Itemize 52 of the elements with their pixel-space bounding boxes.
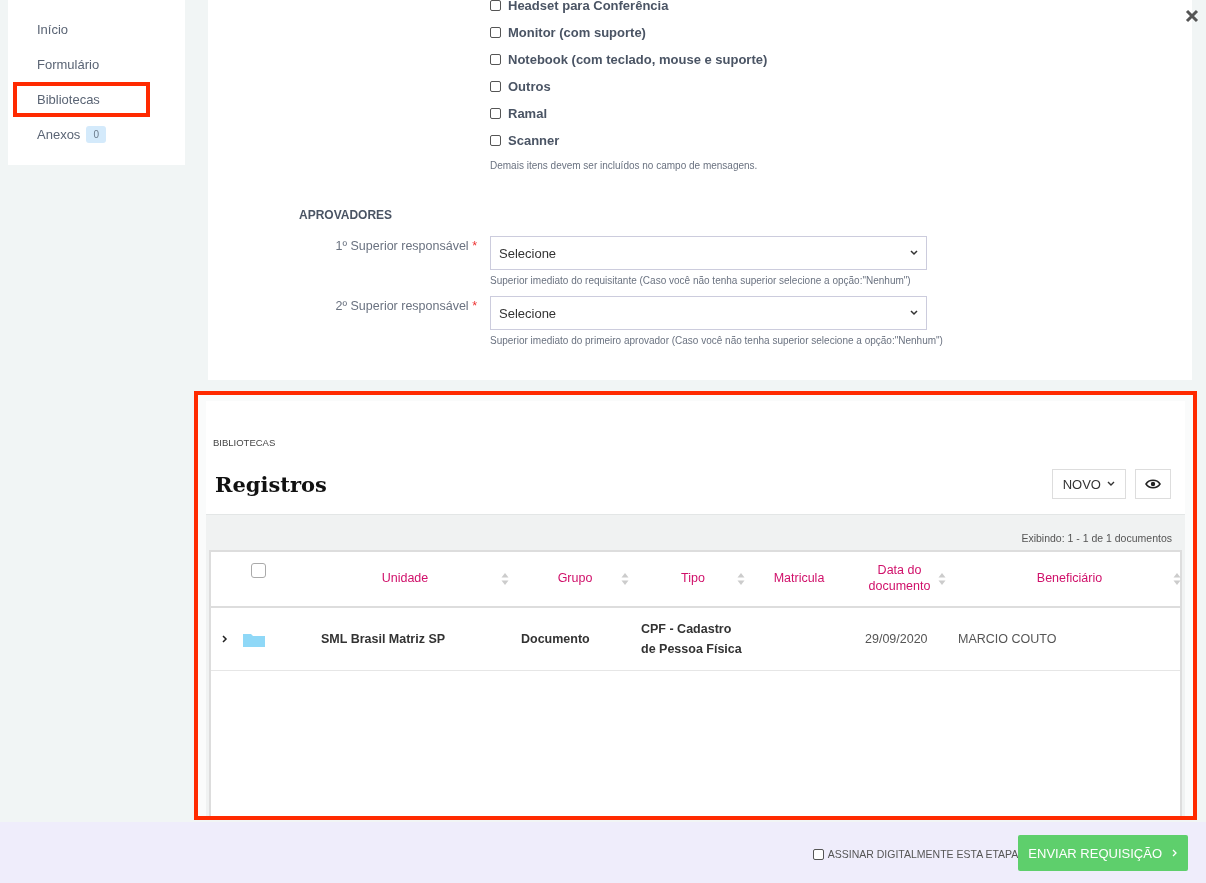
new-button[interactable]: NOVO [1051, 469, 1126, 499]
column-header[interactable]: Matricula [773, 571, 825, 587]
record-count: Exibindo: 1 - 1 de 1 documentos [1020, 532, 1172, 544]
checkbox[interactable] [490, 81, 501, 92]
checkbox[interactable] [490, 108, 501, 119]
section-title: Registros [215, 471, 328, 497]
sidebar-item[interactable]: Início [13, 12, 150, 47]
chevron-down-icon [910, 250, 918, 256]
help-text: Superior imediato do primeiro aprovador (Caso você não tenha superior selecione a opção:"Nenhum") [490, 335, 943, 346]
checkbox[interactable] [490, 135, 501, 146]
select-field[interactable]: Selecione [490, 236, 927, 270]
checkbox-label: Scanner [508, 133, 560, 148]
table-cell-text: CPF - Cadastro de Pessoa Física [640, 621, 743, 658]
close-icon[interactable] [1185, 9, 1199, 23]
folder-icon [243, 631, 265, 647]
table-cell-text: 29/09/2020 [864, 632, 928, 646]
table-cell-text: Documento [520, 632, 590, 646]
field-label: 1º Superior responsável * [334, 238, 477, 255]
table-cell: SML Brasil Matriz SP [321, 632, 446, 646]
table-cell-text: MARCIO COUTO [957, 632, 1057, 646]
column-header[interactable]: Grupo [557, 571, 593, 587]
checkbox[interactable] [251, 563, 266, 578]
count-badge: 0 [86, 126, 106, 143]
checkbox-label: Monitor (com suporte) [508, 25, 646, 40]
checkbox-label: Outros [508, 79, 551, 94]
section-heading: APROVADORES [299, 208, 394, 222]
help-text: Superior imediato do requisitante (Caso você não tenha superior selecione a opção:"Nenhum") [490, 275, 911, 286]
view-button[interactable] [1135, 469, 1171, 499]
chevron-down-icon [910, 310, 918, 316]
chevron-down-icon [1107, 481, 1115, 487]
checkbox[interactable] [490, 27, 501, 38]
column-header[interactable]: Data do documento [862, 563, 937, 595]
checkbox-label: ASSINAR DIGITALMENTE ESTA ETAPA [827, 848, 1019, 860]
column-header[interactable]: Beneficiário [1036, 571, 1103, 587]
chevron-right-icon [1172, 849, 1178, 857]
checkbox[interactable] [490, 0, 501, 11]
checkbox[interactable] [812, 848, 824, 860]
column-header[interactable]: Tipo [681, 571, 705, 587]
checkbox[interactable] [490, 54, 501, 65]
sidebar-item[interactable]: Formulário [13, 47, 150, 82]
select-field[interactable]: Selecione [490, 296, 927, 330]
column-header[interactable]: Unidade [381, 571, 429, 587]
breadcrumb: BIBLIOTECAS [213, 437, 276, 448]
checkbox-label: Notebook (com teclado, mouse e suporte) [508, 52, 768, 67]
eye-icon [1145, 477, 1161, 491]
checkbox-label: Ramal [508, 106, 548, 121]
field-label: 2º Superior responsável * [334, 298, 477, 315]
sidebar-item[interactable]: Anexos 0 [13, 117, 150, 152]
chevron-right-icon[interactable] [221, 635, 229, 643]
help-text: Demais itens devem ser incluídos no campo de mensagens. [490, 160, 759, 171]
sidebar-item[interactable]: Bibliotecas [13, 82, 150, 117]
checkbox-label: Headset para Conferência [508, 0, 669, 13]
